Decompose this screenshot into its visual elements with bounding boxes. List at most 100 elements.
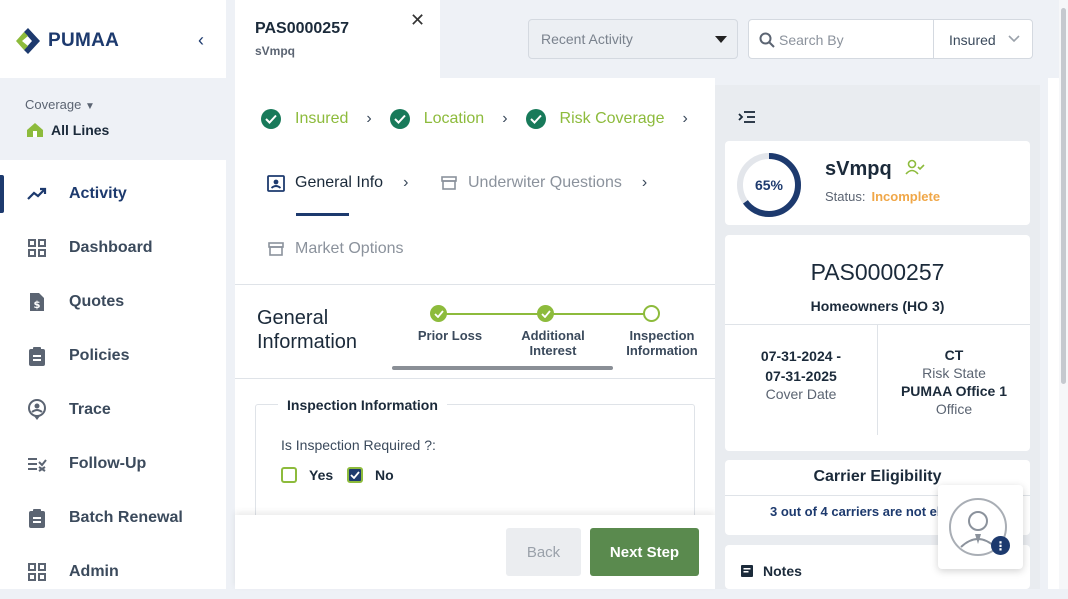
check-circle-icon [389,109,410,129]
nav-label: Admin [69,563,119,580]
chevron-down-icon: ▼ [85,101,95,112]
grid-icon [26,561,48,583]
completion-percent: 65% [755,177,784,193]
nav-label: Policies [69,347,130,364]
nav-item-follow-up[interactable]: Follow-Up [0,437,226,491]
yes-checkbox[interactable] [281,467,297,483]
subtab-label: General Info [295,174,384,191]
recent-activity-select[interactable]: Recent Activity [528,19,738,59]
contact-card-icon [267,175,285,192]
assistant-widget[interactable]: ⋮ [938,485,1023,569]
brand-logo[interactable]: PUMAA [14,26,119,56]
nav-item-dashboard[interactable]: Dashboard [0,221,226,275]
step-insured[interactable]: Insured [295,110,348,128]
search-input[interactable]: Search By [779,32,844,48]
insured-name: sVmpq [825,158,892,180]
fieldset-legend: Inspection Information [278,397,447,413]
home-icon [27,123,43,137]
policy-number: PAS0000257 [810,259,945,285]
subtab-market-options[interactable]: Market Options [267,240,403,258]
page-scrollbar[interactable] [1059,0,1068,589]
chevron-down-icon[interactable] [1008,35,1020,43]
progress-dot-inspection-information[interactable] [643,305,660,322]
progress-label: Prior Loss [417,328,483,343]
chevron-right-icon: › [366,110,372,127]
collapse-panel-icon[interactable] [738,110,756,124]
carrier-eligibility-text[interactable]: 3 out of 4 carriers are not eligible [770,504,940,519]
insured-card: 65% sVmpq Status: Incomplete [725,141,1030,225]
clipboard-icon [26,507,48,529]
back-button[interactable]: Back [506,528,581,576]
grid-icon [26,237,48,259]
progress-dot-additional-interest[interactable] [537,305,554,322]
nav-item-batch-renewal[interactable]: Batch Renewal [0,491,226,545]
search-type-select[interactable]: Insured [949,32,996,48]
coverage-value: All Lines [51,122,110,138]
tab-title: PAS0000257 [255,20,349,37]
brand-name: PUMAA [48,30,120,51]
no-option[interactable]: No [347,467,394,483]
pumaa-logo-icon [16,28,40,54]
sub-step-progress: Prior Loss Additional Interest Inspection… [392,304,715,374]
nav-item-trace[interactable]: Trace [0,383,226,437]
status-badge: Incomplete [871,189,941,204]
progress-label: Inspection Information [626,328,698,358]
chevron-right-icon: › [641,174,648,191]
cover-date: 07-31-2024 - 07-31-2025 Cover Date [760,348,842,402]
search-icon [759,32,775,48]
chevron-right-icon: › [502,110,508,127]
subtab-underwriter-questions[interactable]: Underwiter Questions › [440,174,647,192]
close-icon[interactable]: ✕ [410,10,425,31]
progress-dot-prior-loss[interactable] [430,305,447,322]
subtab-general-info[interactable]: General Info › [267,174,408,192]
sidebar: PUMAA ‹ Coverage ▼ All Lines Activity Da… [0,0,226,589]
notes-icon [741,565,753,577]
coverage-label: Coverage [25,97,82,112]
policy-tab[interactable]: PAS0000257 sVmpq ✕ [235,0,440,78]
chevron-right-icon: › [403,174,409,191]
yes-option[interactable]: Yes [281,467,333,483]
main-nav: Activity Dashboard $ Quotes Policies Tra… [0,167,226,599]
policy-type: Homeowners (HO 3) [810,298,945,314]
main-panel: Insured › Location › Risk Coverage › Gen… [235,78,715,589]
search-bar: Search By Insured [748,19,1033,59]
nav-item-policies[interactable]: Policies [0,329,226,383]
no-checkbox[interactable] [347,467,363,483]
nav-label: Dashboard [69,239,153,256]
nav-item-activity[interactable]: Activity [0,167,226,221]
horizontal-scrollbar[interactable] [392,366,613,370]
dollar-doc-icon: $ [26,291,48,313]
step-risk-coverage[interactable]: Risk Coverage [560,110,665,128]
carrier-title: Carrier Eligibility [813,468,942,485]
nav-item-quotes[interactable]: $ Quotes [0,275,226,329]
nav-item-admin[interactable]: Admin [0,545,226,599]
risk-state-office: CT Risk State PUMAA Office 1 Office [900,347,1008,417]
caret-down-icon [715,36,727,43]
coverage-selector[interactable]: Coverage ▼ All Lines [0,78,226,160]
inspection-question: Is Inspection Required ?: [281,437,436,453]
user-check-icon [905,159,925,175]
check-circle-icon [261,109,281,129]
form-footer: Back Next Step [235,515,715,589]
subtab-label: Underwiter Questions [468,174,622,191]
policy-card: PAS0000257 Homeowners (HO 3) 07-31-2024 … [725,235,1030,451]
trend-icon [26,183,48,205]
location-person-icon [26,399,48,421]
next-step-button[interactable]: Next Step [590,528,699,576]
active-tab-indicator [296,213,349,216]
step-breadcrumb: Insured › Location › Risk Coverage › [261,109,706,129]
store-icon [268,242,284,256]
more-options-icon[interactable]: ⋮ [991,536,1010,555]
clipboard-icon [26,345,48,367]
progress-label: Additional Interest [521,328,585,358]
chevron-right-icon: › [682,110,688,127]
completion-ring: 65% [737,153,801,217]
collapse-sidebar-icon[interactable]: ‹ [198,30,204,51]
recent-activity-label: Recent Activity [541,31,633,47]
check-circle-icon [525,109,546,129]
nav-label: Batch Renewal [69,509,183,526]
svg-text:$: $ [34,300,41,311]
step-location[interactable]: Location [424,110,485,128]
nav-label: Quotes [69,293,125,310]
tab-subtitle: sVmpq [255,44,296,58]
